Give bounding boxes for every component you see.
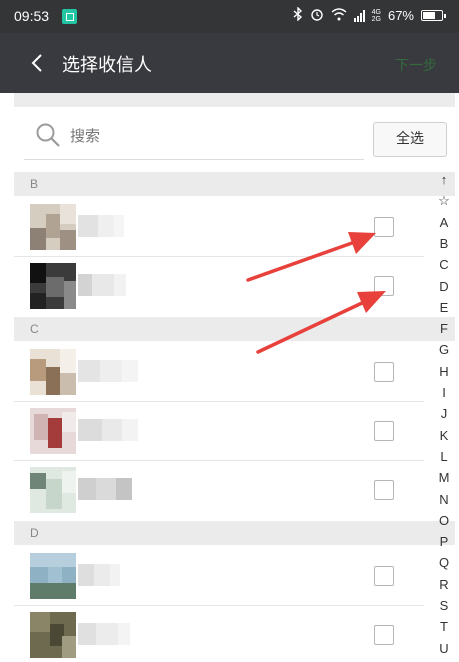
contact-row[interactable] [14,197,424,257]
search-icon [36,123,60,147]
screen: 09:53 4G 2G 67% 选择收信人 下一步 搜索 全选 B C D ↑ … [0,0,459,662]
contact-name-redacted [78,419,138,441]
status-icons: 4G 2G 67% [293,6,446,24]
wifi-icon [331,7,347,24]
avatar [30,204,76,250]
contact-row[interactable] [14,342,424,402]
select-all-button[interactable]: 全选 [373,122,447,157]
contact-checkbox[interactable] [374,421,394,441]
index-letter[interactable]: Q [431,555,457,571]
index-letter[interactable]: M [431,470,457,486]
index-letter[interactable]: N [431,492,457,508]
network-type-top: 4G [371,8,381,16]
contact-name-redacted [78,360,138,382]
contact-checkbox[interactable] [374,480,394,500]
index-letter[interactable]: T [431,619,457,635]
network-type-bottom: 2G [371,15,381,23]
status-bar: 09:53 4G 2G 67% [0,0,459,33]
contact-row[interactable] [14,546,424,606]
status-time: 09:53 [14,8,50,24]
signal-icon [353,9,365,22]
header-spacer [14,93,455,107]
index-letter[interactable]: U [431,641,457,657]
contact-row[interactable] [14,460,424,520]
index-letter[interactable]: J [431,406,457,422]
contact-checkbox[interactable] [374,276,394,296]
contact-name-redacted [78,215,124,237]
next-step-button[interactable]: 下一步 [395,55,437,75]
section-header-d: D [14,521,455,545]
alarm-icon [310,7,324,24]
bluetooth-icon [293,6,303,24]
index-letter[interactable]: K [431,428,457,444]
title-bar: 选择收信人 下一步 [0,33,459,93]
contact-row[interactable] [14,401,424,461]
index-letter[interactable]: L [431,449,457,465]
contact-checkbox[interactable] [374,217,394,237]
index-letter[interactable]: O [431,513,457,529]
index-letter[interactable]: A [431,215,457,231]
index-letter[interactable]: C [431,257,457,273]
avatar [30,408,76,454]
index-letter[interactable]: D [431,279,457,295]
back-arrow-icon[interactable] [28,53,48,73]
index-letter[interactable]: E [431,300,457,316]
avatar [30,553,76,599]
contact-name-redacted [78,478,132,500]
search-underline [24,159,364,160]
index-letter[interactable]: B [431,236,457,252]
contact-row[interactable] [14,605,424,662]
battery-level [423,12,435,19]
index-letter[interactable]: R [431,577,457,593]
battery-icon [421,10,446,21]
avatar [30,467,76,513]
avatar [30,612,76,658]
contact-checkbox[interactable] [374,566,394,586]
contact-name-redacted [78,623,130,645]
index-letter[interactable]: F [431,321,457,337]
index-letter[interactable]: ☆ [431,193,457,209]
alphabet-index-bar[interactable]: ↑ ☆ A B C D E F G H I J K L M N O P Q R S T U [431,172,457,662]
contact-checkbox[interactable] [374,625,394,645]
page-title: 选择收信人 [62,55,152,76]
contact-name-redacted [78,564,120,586]
index-letter[interactable]: G [431,342,457,358]
contact-name-redacted [78,274,126,296]
section-header-b: B [14,172,455,196]
search-input[interactable] [70,125,350,147]
notification-app-icon [62,9,77,24]
network-type: 4G 2G [372,9,381,23]
section-header-c: C [14,317,455,341]
index-letter[interactable]: H [431,364,457,380]
contact-checkbox[interactable] [374,362,394,382]
avatar [30,349,76,395]
index-letter[interactable]: S [431,598,457,614]
index-letter[interactable]: P [431,534,457,550]
contact-row[interactable] [14,256,424,316]
battery-percent: 67% [387,8,414,23]
avatar [30,263,76,309]
index-letter[interactable]: ↑ [431,172,457,188]
index-letter[interactable]: I [431,385,457,401]
